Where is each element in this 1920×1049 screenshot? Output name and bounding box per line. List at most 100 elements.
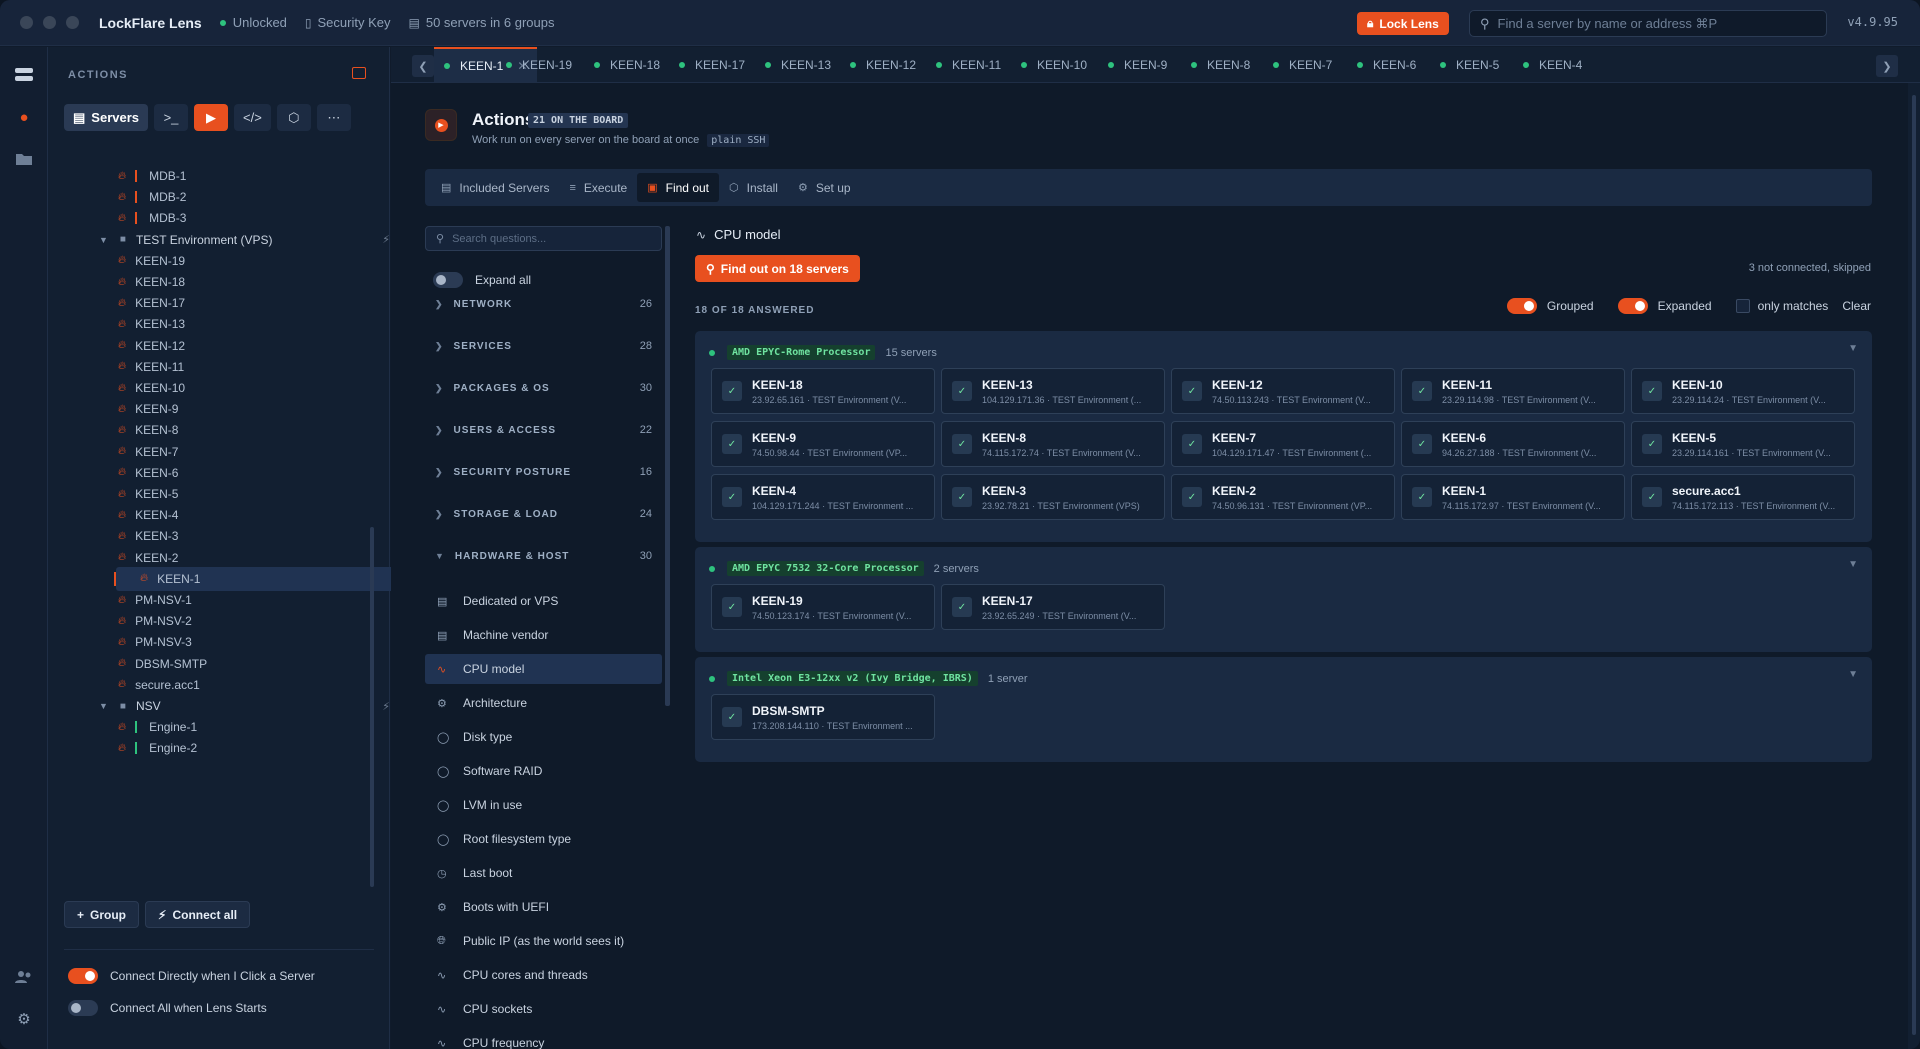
question-category[interactable]: ❯ STORAGE & LOAD 24 [425,497,662,531]
server-result-card[interactable]: ✓ KEEN-17 23.92.65.249 · TEST Environment … [941,584,1165,630]
connect-all-on-start-toggle[interactable] [68,1000,98,1016]
server-result-card[interactable]: ✓ secure.acc1 74.115.172.113 · TEST Enviro… [1631,474,1855,520]
tab-keen-9[interactable]: KEEN-9 [1108,47,1167,82]
security-key-indicator[interactable]: ▯ Security Key [305,15,391,30]
tab-keen-11[interactable]: KEEN-11 [936,47,1001,82]
tab-execute[interactable]: ≡ Execute [559,173,637,202]
server-result-card[interactable]: ✓ KEEN-9 74.50.98.44 · TEST Environment (V… [711,421,935,467]
flame-icon[interactable]: ● [12,105,36,129]
server-search-input[interactable]: ⚲ Find a server by name or address ⌘P [1469,10,1827,37]
settings-gear-icon[interactable]: ⚙ [12,1007,36,1031]
connect-group-icon[interactable]: ⚡︎ [382,700,390,713]
question-item[interactable]: ∿ CPU sockets [425,994,662,1024]
connect-direct-toggle[interactable] [68,968,98,984]
clear-button[interactable]: Clear [1842,299,1871,313]
server-result-card[interactable]: ✓ KEEN-19 74.50.123.174 · TEST Environment… [711,584,935,630]
server-result-card[interactable]: ✓ KEEN-7 104.129.171.47 · TEST Environment… [1171,421,1395,467]
tab-servers[interactable]: ▤ Servers [64,104,149,131]
question-item[interactable]: ∿ CPU model [425,654,662,684]
server-result-card[interactable]: ✓ KEEN-4 104.129.171.244 · TEST Environmen… [711,474,935,520]
server-result-card[interactable]: ✓ KEEN-8 74.115.172.74 · TEST Environment … [941,421,1165,467]
questions-scrollbar[interactable] [665,226,670,706]
add-group-button[interactable]: + Group [64,901,140,928]
server-result-card[interactable]: ✓ KEEN-18 23.92.65.161 · TEST Environment … [711,368,935,414]
question-item[interactable]: ◯ LVM in use [425,790,662,820]
question-item[interactable]: ⚙ Architecture [425,688,662,718]
terminal-tab-icon[interactable]: >_ [154,104,189,131]
server-result-card[interactable]: ✓ KEEN-3 23.92.78.21 · TEST Environment (V… [941,474,1165,520]
server-result-card[interactable]: ✓ KEEN-5 23.29.114.161 · TEST Environment … [1631,421,1855,467]
question-item[interactable]: 🌐︎ Public IP (as the world sees it) [425,926,662,956]
tree-server-item[interactable]: 🔥︎ KEEN-2 [78,546,408,570]
lock-lens-button[interactable]: 🔒︎ Lock Lens [1357,12,1449,35]
server-result-card[interactable]: ✓ KEEN-10 23.29.114.24 · TEST Environment … [1631,368,1855,414]
package-tab-icon[interactable]: ⬡ [276,104,311,131]
users-icon[interactable] [12,965,36,989]
network-tab-icon[interactable]: ⋯ [316,104,351,131]
tab-set-up[interactable]: ⚙ Set up [788,173,861,202]
question-item[interactable]: ⚙ Boots with UEFI [425,892,662,922]
grouped-toggle[interactable] [1506,298,1537,314]
only-matches-checkbox[interactable] [1735,299,1750,313]
question-category[interactable]: ❯ SECURITY POSTURE 16 [425,455,662,489]
question-item[interactable]: ◯ Root filesystem type [425,824,662,854]
tab-keen-4[interactable]: KEEN-4 [1523,47,1582,82]
maximize-window-button[interactable] [66,16,79,29]
question-category[interactable]: ❯ PACKAGES & OS 30 [425,371,662,405]
expanded-toggle[interactable] [1617,298,1648,314]
actions-tab-icon[interactable]: ▶ [194,104,229,131]
tab-keen-5[interactable]: KEEN-5 [1440,47,1499,82]
folder-icon[interactable] [12,147,36,171]
chevron-down-icon[interactable]: ▼ [1848,559,1858,570]
find-out-button[interactable]: ⚲ Find out on 18 servers [695,255,860,282]
question-item[interactable]: ∿ CPU frequency [425,1028,662,1049]
tab-keen-6[interactable]: KEEN-6 [1357,47,1416,82]
tab-included-servers[interactable]: ▤ Included Servers [431,173,559,202]
question-item[interactable]: ◷ Last boot [425,858,662,888]
connect-group-icon[interactable]: ⚡︎ [382,233,390,246]
main-scrollbar[interactable] [1908,83,1920,1049]
tabs-scroll-right-icon[interactable]: ❯ [1876,55,1898,77]
chevron-down-icon[interactable]: ▼ [1848,669,1858,680]
tab-keen-12[interactable]: KEEN-12 [850,47,916,82]
chevron-down-icon[interactable]: ▼ [1848,343,1858,354]
question-item[interactable]: ∿ CPU cores and threads [425,960,662,990]
tab-install[interactable]: ⬡ Install [719,173,788,202]
code-tab-icon[interactable]: </> [234,104,271,131]
sidebar-scrollbar[interactable] [370,527,374,887]
question-item[interactable]: ◯ Disk type [425,722,662,752]
question-category[interactable]: ❯ SERVICES 28 [425,329,662,363]
server-result-card[interactable]: ✓ KEEN-1 74.115.172.97 · TEST Environment … [1401,474,1625,520]
question-category[interactable]: ❯ NETWORK 26 [425,287,662,321]
close-window-button[interactable] [20,16,33,29]
question-category[interactable]: ▼ HARDWARE & HOST 30 [425,539,662,573]
server-result-card[interactable]: ✓ KEEN-6 94.26.27.188 · TEST Environment (… [1401,421,1625,467]
server-result-card[interactable]: ✓ DBSM-SMTP 173.208.144.110 · TEST Environ… [711,694,935,740]
tree-server-item[interactable]: 🔥︎ Engine-2 [78,736,408,760]
servers-stack-icon[interactable] [12,63,36,87]
tabs-scroll-left-icon[interactable]: ❮ [412,55,434,77]
tab-find-out[interactable]: ▣ Find out [637,173,719,202]
question-item[interactable]: ▤ Machine vendor [425,620,662,650]
server-result-card[interactable]: ✓ KEEN-13 104.129.171.36 · TEST Environmen… [941,368,1165,414]
tab-keen-13[interactable]: KEEN-13 [765,47,831,82]
chevron-down-icon[interactable]: ▼ [99,235,108,245]
questions-search-input[interactable]: ⚲ Search questions... [425,226,662,251]
tab-keen-17[interactable]: KEEN-17 [679,47,745,82]
tab-keen-7[interactable]: KEEN-7 [1273,47,1332,82]
tab-keen-10[interactable]: KEEN-10 [1021,47,1087,82]
server-result-card[interactable]: ✓ KEEN-12 74.50.113.243 · TEST Environment… [1171,368,1395,414]
server-result-card[interactable]: ✓ KEEN-11 23.29.114.98 · TEST Environment … [1401,368,1625,414]
question-item[interactable]: ▤ Dedicated or VPS [425,586,662,616]
expand-all-toggle[interactable] [433,272,463,288]
connect-all-button[interactable]: ⚡︎ Connect all [145,901,251,928]
minimize-window-button[interactable] [43,16,56,29]
tab-keen-8[interactable]: KEEN-8 [1191,47,1250,82]
collapse-sidebar-icon[interactable] [352,67,366,79]
question-item[interactable]: ◯ Software RAID [425,756,662,786]
question-category[interactable]: ❯ USERS & ACCESS 22 [425,413,662,447]
server-result-card[interactable]: ✓ KEEN-2 74.50.96.131 · TEST Environment (… [1171,474,1395,520]
chevron-down-icon[interactable]: ▼ [99,701,108,711]
tab-keen-18[interactable]: KEEN-18 [594,47,660,82]
tab-keen-19[interactable]: KEEN-19 [506,47,572,82]
